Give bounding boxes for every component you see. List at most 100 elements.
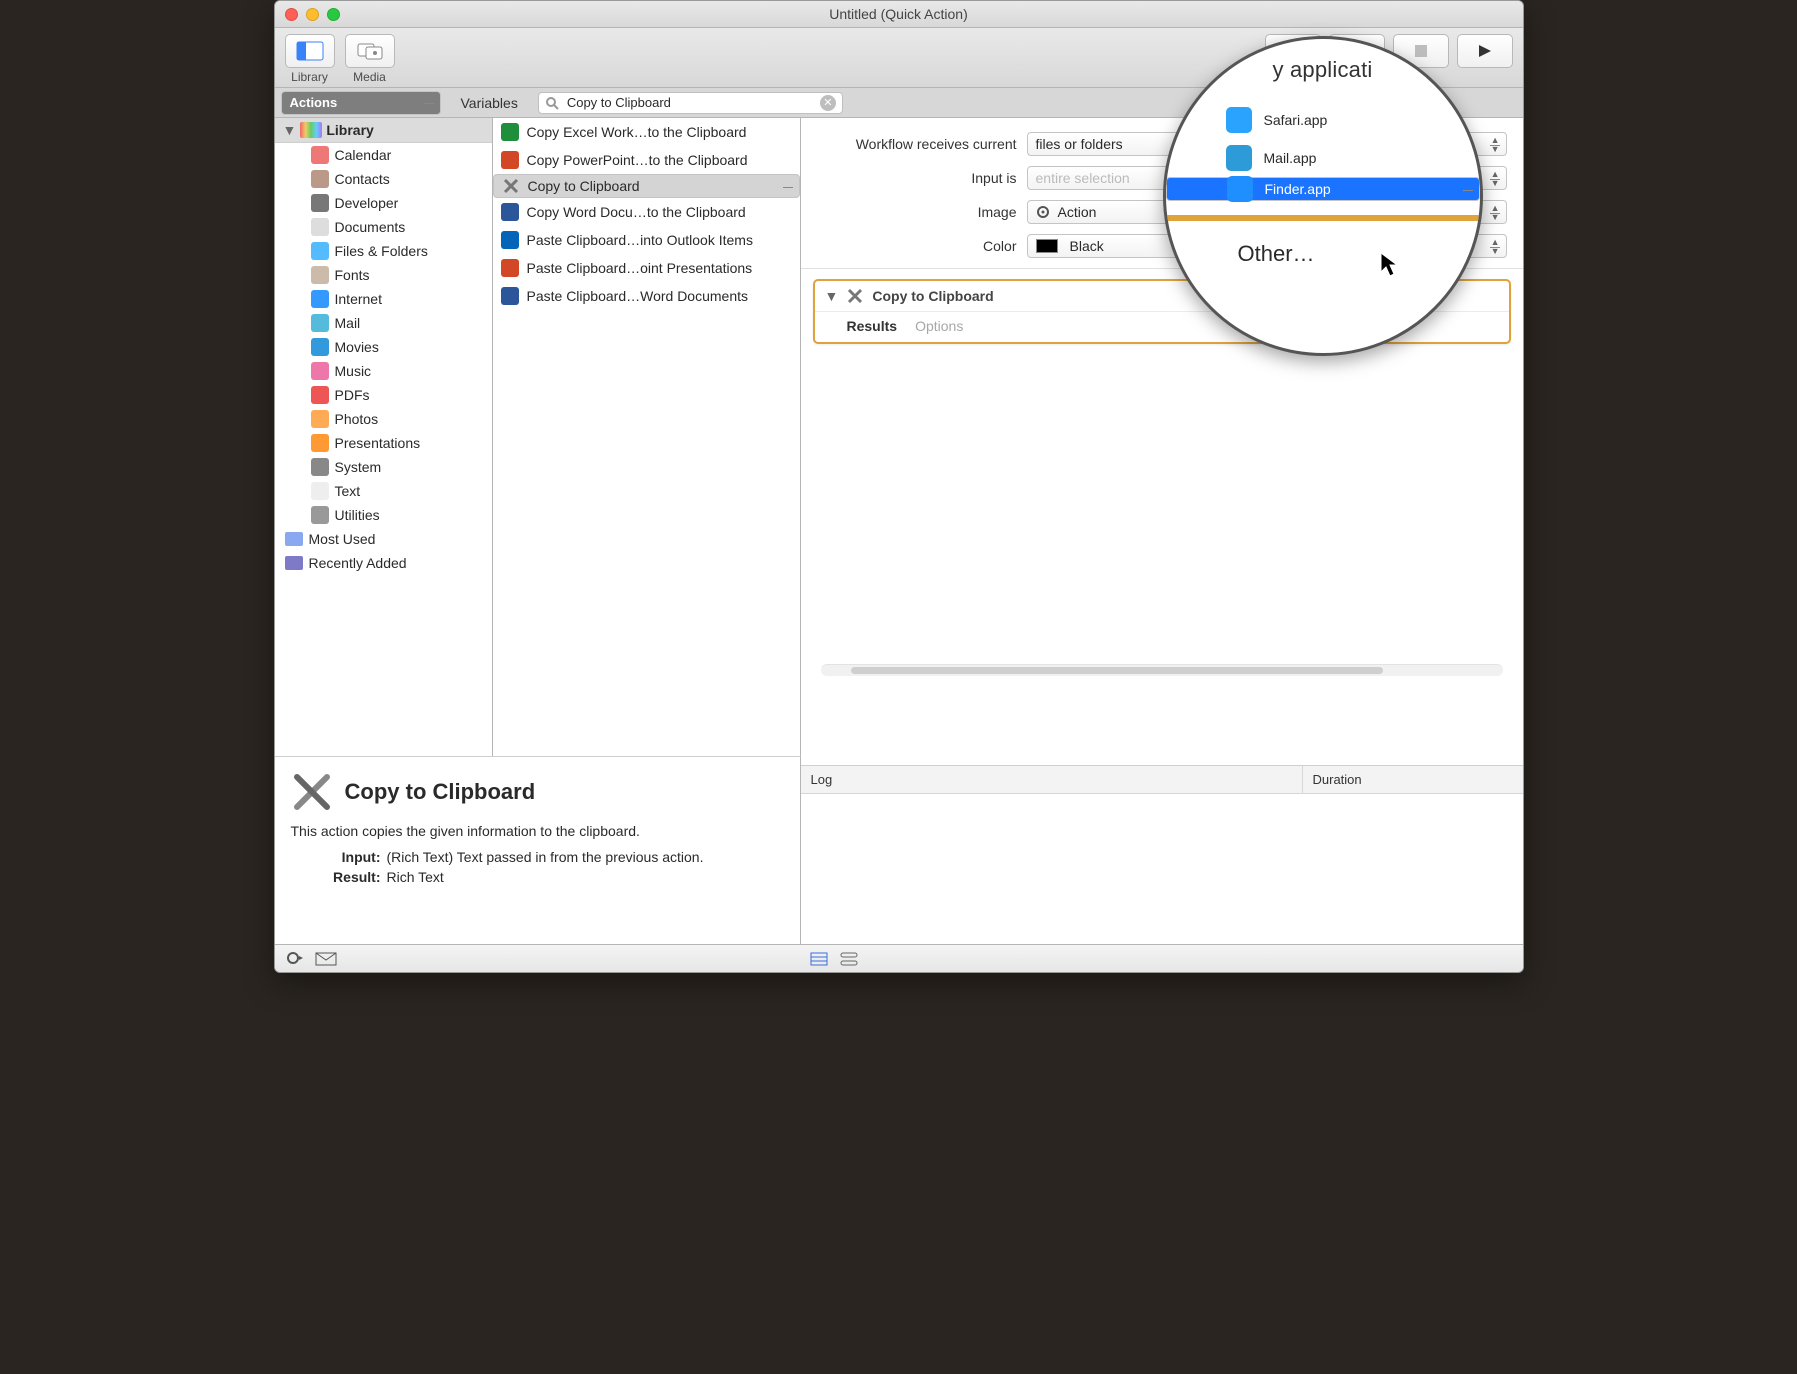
library-root-label: Library bbox=[326, 122, 373, 138]
log-header-duration[interactable]: Duration bbox=[1303, 766, 1523, 793]
card-tab-options[interactable]: Options bbox=[915, 318, 963, 334]
app-icon bbox=[501, 231, 519, 249]
action-card-title: Copy to Clipboard bbox=[872, 288, 993, 304]
library-item[interactable]: Movies bbox=[275, 335, 492, 359]
library-icon bbox=[296, 41, 324, 61]
library-item[interactable]: PDFs bbox=[275, 383, 492, 407]
category-icon bbox=[311, 194, 329, 212]
library-item[interactable]: Developer bbox=[275, 191, 492, 215]
library-item-label: Calendar bbox=[335, 147, 392, 163]
clear-search-button[interactable]: ✕ bbox=[820, 95, 836, 111]
zoom-window-button[interactable] bbox=[327, 8, 340, 21]
titlebar: Untitled (Quick Action) bbox=[275, 1, 1523, 28]
app-menu-label: Safari.app bbox=[1264, 112, 1328, 128]
app-icon bbox=[1226, 107, 1252, 133]
window-controls bbox=[285, 8, 340, 21]
library-item[interactable]: System bbox=[275, 455, 492, 479]
app-menu-item[interactable]: Mail.app bbox=[1166, 139, 1480, 177]
info-input-key: Input: bbox=[291, 849, 381, 865]
library-item[interactable]: Presentations bbox=[275, 431, 492, 455]
category-icon bbox=[311, 338, 329, 356]
category-icon bbox=[311, 266, 329, 284]
card-tab-results[interactable]: Results bbox=[847, 318, 898, 334]
action-list-item[interactable]: Paste Clipboard…Word Documents bbox=[493, 282, 800, 310]
disclosure-icon: ▼ bbox=[283, 122, 297, 138]
toolbar-media-label: Media bbox=[353, 70, 386, 84]
library-item-label: Music bbox=[335, 363, 372, 379]
info-title: Copy to Clipboard bbox=[345, 779, 536, 805]
scrollbar-thumb[interactable] bbox=[851, 667, 1383, 674]
app-icon bbox=[501, 203, 519, 221]
menu-item-other[interactable]: Other… bbox=[1166, 221, 1480, 267]
library-root[interactable]: ▼ Library bbox=[275, 118, 492, 143]
toolbar-library-button[interactable]: Library bbox=[285, 34, 335, 84]
action-list-item[interactable]: Copy Excel Work…to the Clipboard bbox=[493, 118, 800, 146]
library-item-label: Mail bbox=[335, 315, 361, 331]
minimize-window-button[interactable] bbox=[306, 8, 319, 21]
library-item[interactable]: Fonts bbox=[275, 263, 492, 287]
library-item-label: Files & Folders bbox=[335, 243, 428, 259]
label-image: Image bbox=[978, 204, 1017, 220]
category-icon bbox=[311, 170, 329, 188]
tab-actions[interactable]: Actions bbox=[281, 91, 441, 115]
library-item-label: Utilities bbox=[335, 507, 380, 523]
category-icon bbox=[311, 242, 329, 260]
action-list-item[interactable]: Paste Clipboard…oint Presentations bbox=[493, 254, 800, 282]
library-smart-folder[interactable]: Recently Added bbox=[275, 551, 492, 575]
action-item-label: Copy PowerPoint…to the Clipboard bbox=[527, 152, 748, 168]
toolbar-media-button[interactable]: Media bbox=[345, 34, 395, 84]
gear-icon bbox=[1036, 205, 1050, 219]
info-description: This action copies the given information… bbox=[291, 823, 784, 839]
library-item-label: Contacts bbox=[335, 171, 390, 187]
action-item-label: Paste Clipboard…into Outlook Items bbox=[527, 232, 753, 248]
library-item[interactable]: Calendar bbox=[275, 143, 492, 167]
library-smart-folder[interactable]: Most Used bbox=[275, 527, 492, 551]
library-item-label: Developer bbox=[335, 195, 399, 211]
library-search[interactable]: ✕ bbox=[538, 92, 843, 114]
close-window-button[interactable] bbox=[285, 8, 298, 21]
category-icon bbox=[311, 434, 329, 452]
app-menu-item[interactable]: Finder.app bbox=[1166, 177, 1480, 201]
app-menu-item[interactable]: Safari.app bbox=[1166, 101, 1480, 139]
category-icon bbox=[311, 290, 329, 308]
log-panel: Log Duration bbox=[801, 765, 1523, 944]
library-item[interactable]: Files & Folders bbox=[275, 239, 492, 263]
log-header-log[interactable]: Log bbox=[801, 766, 1303, 793]
label-color: Color bbox=[983, 238, 1016, 254]
action-item-label: Copy Excel Work…to the Clipboard bbox=[527, 124, 747, 140]
library-item[interactable]: Internet bbox=[275, 287, 492, 311]
library-item[interactable]: Music bbox=[275, 359, 492, 383]
library-item-label: PDFs bbox=[335, 387, 370, 403]
library-item[interactable]: Photos bbox=[275, 407, 492, 431]
tab-variables[interactable]: Variables bbox=[449, 92, 530, 114]
category-icon bbox=[311, 506, 329, 524]
view-flow-icon[interactable] bbox=[839, 951, 859, 967]
inbox-icon[interactable] bbox=[315, 952, 337, 966]
library-item[interactable]: Text bbox=[275, 479, 492, 503]
action-list-item[interactable]: Copy to Clipboard bbox=[493, 174, 800, 198]
disclosure-icon[interactable]: ▼ bbox=[825, 288, 839, 304]
library-search-input[interactable] bbox=[565, 94, 814, 111]
category-icon bbox=[311, 410, 329, 428]
toolbar-library-label: Library bbox=[291, 70, 328, 84]
action-list-item[interactable]: Paste Clipboard…into Outlook Items bbox=[493, 226, 800, 254]
view-list-icon[interactable] bbox=[809, 951, 829, 967]
library-item-label: Presentations bbox=[335, 435, 421, 451]
action-list-item[interactable]: Copy Word Docu…to the Clipboard bbox=[493, 198, 800, 226]
label-input-is: Input is bbox=[971, 170, 1016, 186]
library-item[interactable]: Mail bbox=[275, 311, 492, 335]
zoom-callout: y applicati Safari.appMail.appFinder.app… bbox=[1163, 36, 1483, 356]
horizontal-scrollbar[interactable] bbox=[821, 664, 1503, 676]
color-swatch bbox=[1036, 239, 1058, 253]
library-item[interactable]: Contacts bbox=[275, 167, 492, 191]
utilities-icon bbox=[846, 287, 864, 305]
info-input-value: (Rich Text) Text passed in from the prev… bbox=[387, 849, 784, 865]
action-list-item[interactable]: Copy PowerPoint…to the Clipboard bbox=[493, 146, 800, 174]
action-item-label: Paste Clipboard…oint Presentations bbox=[527, 260, 753, 276]
select-image-value: Action bbox=[1058, 204, 1097, 220]
library-item[interactable]: Documents bbox=[275, 215, 492, 239]
category-icon bbox=[311, 386, 329, 404]
library-item[interactable]: Utilities bbox=[275, 503, 492, 527]
select-color-value: Black bbox=[1070, 238, 1104, 254]
gear-icon[interactable] bbox=[285, 950, 303, 968]
